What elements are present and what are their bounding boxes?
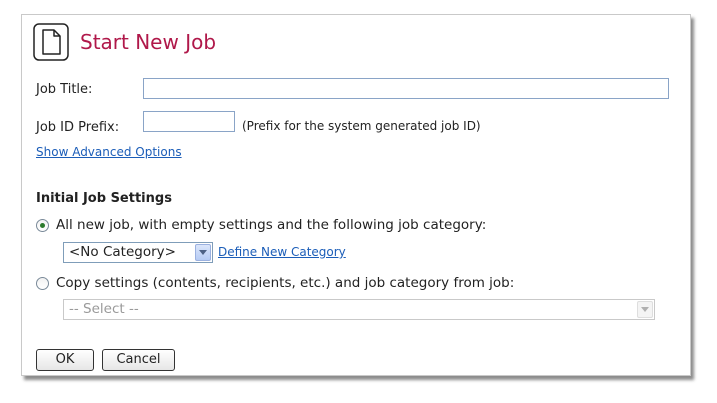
show-advanced-options-link[interactable]: Show Advanced Options (36, 145, 182, 159)
define-new-category-link[interactable]: Define New Category (218, 245, 346, 259)
start-new-job-dialog: Start New Job Job Title: Job ID Prefix: … (21, 14, 691, 376)
new-job-radio[interactable] (36, 219, 49, 232)
copy-from-job-select-value: -- Select -- (69, 301, 139, 317)
job-id-prefix-hint: (Prefix for the system generated job ID) (242, 119, 481, 133)
job-title-label: Job Title: (36, 82, 93, 97)
job-category-select[interactable]: <No Category> (63, 242, 213, 263)
job-id-prefix-input[interactable] (143, 111, 235, 132)
page-title: Start New Job (80, 30, 217, 54)
initial-job-settings-heading: Initial Job Settings (36, 191, 172, 206)
job-category-select-value: <No Category> (69, 244, 176, 260)
radio-selected-dot (40, 223, 45, 228)
document-icon (33, 23, 69, 61)
job-title-input[interactable] (143, 78, 669, 99)
job-id-prefix-label: Job ID Prefix: (36, 120, 120, 135)
chevron-down-icon[interactable] (195, 244, 211, 261)
copy-from-job-select[interactable]: -- Select -- (63, 299, 655, 320)
new-job-radio-label: All new job, with empty settings and the… (56, 217, 487, 233)
copy-settings-radio-label: Copy settings (contents, recipients, etc… (56, 275, 515, 291)
chevron-down-icon[interactable] (637, 301, 653, 318)
ok-button[interactable]: OK (36, 349, 94, 371)
cancel-button[interactable]: Cancel (102, 349, 175, 371)
copy-settings-radio[interactable] (36, 277, 49, 290)
